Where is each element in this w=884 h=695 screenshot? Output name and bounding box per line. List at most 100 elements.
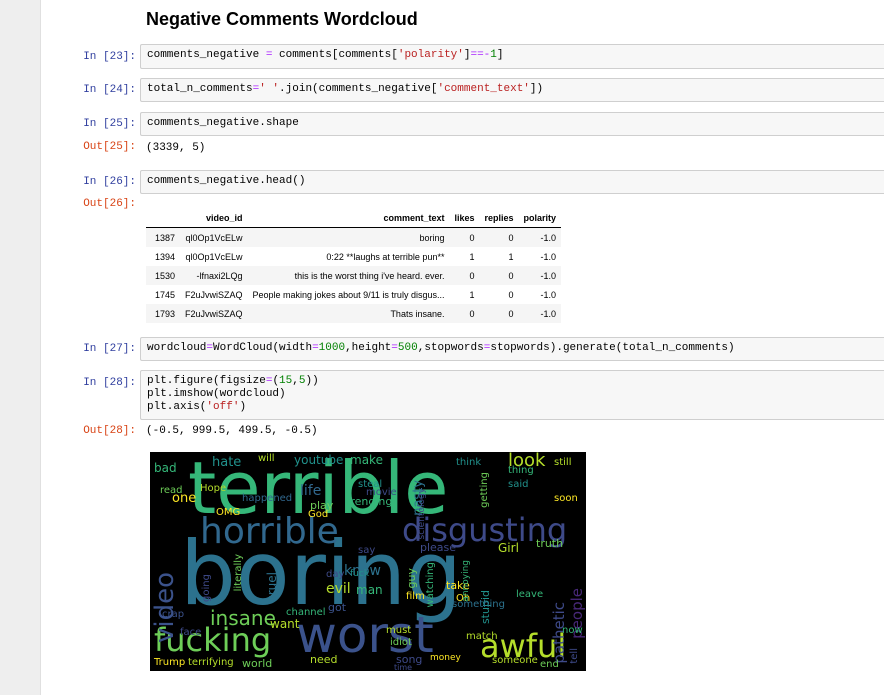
code-token: ' ' bbox=[259, 83, 280, 95]
input-prompt-25: In [25]: bbox=[83, 118, 136, 130]
code-token: comments_negative bbox=[147, 49, 266, 61]
cell-replies: 1 bbox=[508, 251, 514, 262]
index-header bbox=[146, 208, 180, 228]
wordcloud-word: guy bbox=[405, 568, 418, 589]
code-token: ] bbox=[496, 49, 504, 61]
wordcloud-word: bad bbox=[154, 461, 177, 475]
wordcloud-word: scientology bbox=[417, 488, 427, 540]
code-token: plt.axis( bbox=[147, 401, 207, 413]
output-prompt-25: Out[25]: bbox=[83, 141, 136, 153]
input-prompt-27: In [27]: bbox=[83, 343, 136, 355]
wordcloud-word: literally bbox=[233, 554, 244, 592]
code-token: comments_negative.shape bbox=[147, 117, 299, 129]
cell-likes: 1 bbox=[469, 289, 475, 300]
code-token: , bbox=[292, 375, 299, 387]
row-index: 1745 bbox=[154, 289, 175, 300]
code-token: )) bbox=[305, 375, 319, 387]
cell-replies: 0 bbox=[508, 308, 514, 319]
code-token: WordCloud(width bbox=[213, 342, 313, 354]
code-cell-26[interactable]: comments_negative.head() bbox=[140, 170, 884, 194]
wordcloud-word: going bbox=[201, 574, 212, 602]
code-cell-25[interactable]: comments_negative.shape bbox=[140, 112, 884, 136]
code-token: 'polarity' bbox=[397, 49, 464, 61]
code-line: plt.imshow(wordcloud) bbox=[147, 388, 878, 401]
wordcloud-word: watching bbox=[425, 562, 436, 608]
code-token: 1 bbox=[490, 49, 497, 61]
code-token: wordcloud bbox=[147, 342, 207, 354]
wordcloud-word: will bbox=[258, 453, 275, 464]
cell-video-id: ql0Op1VcELw bbox=[185, 251, 243, 262]
table-row: 1530 -lfnaxi2LQg this is the worst thing… bbox=[146, 266, 562, 285]
code-cell-28[interactable]: plt.figure(figsize=(15,5)) plt.imshow(wor… bbox=[140, 370, 884, 420]
row-index: 1530 bbox=[154, 270, 175, 281]
wordcloud-word: idiot bbox=[390, 637, 412, 648]
wordcloud-word: evil bbox=[326, 581, 351, 597]
cell-likes: 0 bbox=[469, 308, 475, 319]
cell-polarity: -1.0 bbox=[540, 270, 557, 281]
column-header: likes bbox=[449, 208, 480, 228]
wordcloud-word: world bbox=[242, 657, 273, 670]
wordcloud-word: face bbox=[180, 627, 202, 638]
code-token: comments_negative.head() bbox=[147, 175, 306, 187]
cell-video-id: ql0Op1VcELw bbox=[185, 232, 243, 243]
wordcloud-word: annoying bbox=[461, 560, 471, 602]
wordcloud-word: want bbox=[270, 617, 300, 631]
wordcloud-word: movie bbox=[366, 487, 397, 498]
cell-comment-text: boring bbox=[419, 232, 445, 243]
cell-likes: 0 bbox=[469, 232, 475, 243]
wordcloud-word: getting bbox=[479, 472, 490, 508]
code-token: comments[comments[ bbox=[272, 49, 398, 61]
wordcloud-word: cruel bbox=[265, 572, 279, 602]
dataframe-table: video_id comment_text likes replies pola… bbox=[146, 208, 562, 323]
table-row: 1387 ql0Op1VcELw boring 0 0 -1.0 bbox=[146, 227, 562, 247]
cell-comment-text: 0:22 **laughs at terrible pun** bbox=[326, 251, 445, 262]
column-header: replies bbox=[479, 208, 519, 228]
cell-polarity: -1.0 bbox=[540, 308, 557, 319]
code-cell-27[interactable]: wordcloud=WordCloud(width=1000,height=50… bbox=[140, 337, 884, 361]
output-text-28: (-0.5, 999.5, 499.5, -0.5) bbox=[146, 425, 318, 437]
cell-likes: 0 bbox=[469, 270, 475, 281]
code-token: ) bbox=[239, 401, 247, 413]
column-header: video_id bbox=[180, 208, 248, 228]
cell-video-id: -lfnaxi2LQg bbox=[196, 270, 243, 281]
wordcloud-word: need bbox=[310, 653, 338, 666]
wordcloud-word: money bbox=[430, 653, 461, 663]
wordcloud-word: Trump bbox=[154, 657, 186, 668]
wordcloud-word: terrifying bbox=[188, 657, 234, 668]
row-index: 1394 bbox=[154, 251, 175, 262]
wordcloud-word: said bbox=[508, 479, 529, 490]
input-prompt-24: In [24]: bbox=[83, 84, 136, 96]
output-prompt-26: Out[26]: bbox=[83, 198, 136, 210]
wordcloud-word: life bbox=[300, 483, 322, 499]
wordcloud-word: crap bbox=[162, 609, 185, 620]
wordcloud-word: Hope bbox=[200, 483, 227, 494]
wordcloud-word: must bbox=[386, 625, 412, 636]
code-cell-24[interactable]: total_n_comments=' '.join(comments_negat… bbox=[140, 78, 884, 102]
wordcloud-word: insane bbox=[210, 606, 276, 630]
code-token: ==- bbox=[470, 49, 491, 61]
code-cell-23[interactable]: comments_negative = comments[comments['p… bbox=[140, 44, 884, 69]
column-header: polarity bbox=[518, 208, 562, 228]
wordcloud-word: thing bbox=[508, 465, 534, 476]
code-token: 15 bbox=[279, 375, 293, 387]
wordcloud-word: make bbox=[350, 453, 383, 467]
cell-replies: 0 bbox=[508, 270, 514, 281]
cell-polarity: -1.0 bbox=[540, 289, 557, 300]
wordcloud-word: truth bbox=[536, 537, 564, 550]
table-row: 1394 ql0Op1VcELw 0:22 **laughs at terrib… bbox=[146, 247, 561, 266]
input-prompt-23: In [23]: bbox=[83, 51, 136, 63]
code-token: .join(comments_negative[ bbox=[279, 83, 438, 95]
wordcloud-word: someone bbox=[492, 655, 538, 666]
wordcloud-word: end bbox=[540, 659, 559, 670]
code-token: ]) bbox=[529, 83, 544, 95]
code-token: 1000 bbox=[318, 342, 346, 354]
row-index: 1793 bbox=[154, 308, 175, 319]
cell-likes: 1 bbox=[469, 251, 475, 262]
wordcloud-word: tell bbox=[569, 648, 580, 664]
cell-polarity: -1.0 bbox=[540, 251, 557, 262]
table-header-row: video_id comment_text likes replies pola… bbox=[146, 208, 562, 228]
wordcloud-word: fuck bbox=[350, 569, 370, 579]
code-line: plt.axis('off') bbox=[147, 401, 878, 414]
code-token: stopwords).generate(total_n_comments) bbox=[490, 342, 735, 354]
cell-video-id: F2uJvwiSZAQ bbox=[185, 308, 243, 319]
